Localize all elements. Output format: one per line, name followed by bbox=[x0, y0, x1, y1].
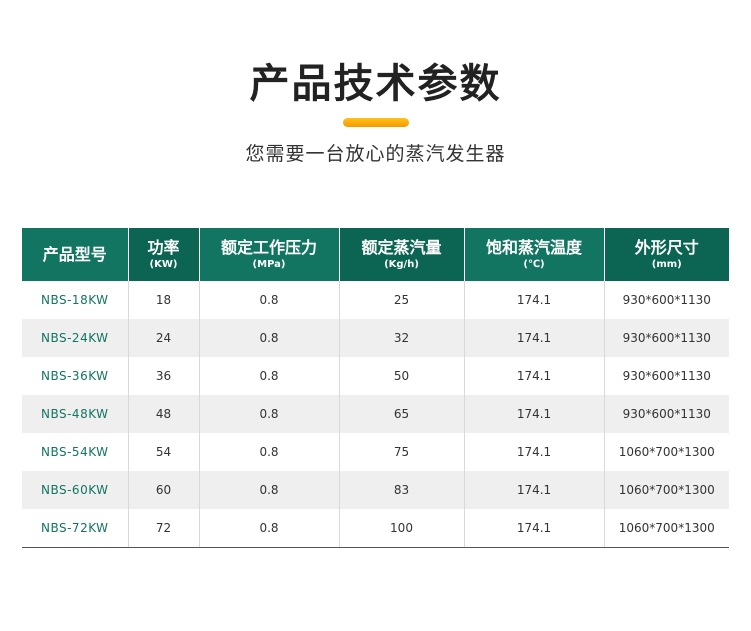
cell-power: 54 bbox=[128, 433, 200, 471]
cell-dimensions: 1060*700*1300 bbox=[604, 433, 729, 471]
cell-pressure: 0.8 bbox=[199, 433, 340, 471]
cell-dimensions: 930*600*1130 bbox=[604, 281, 729, 319]
cell-model: NBS-24KW bbox=[22, 319, 129, 357]
cell-temp: 174.1 bbox=[464, 319, 605, 357]
cell-steam: 32 bbox=[339, 319, 465, 357]
table-row: NBS-24KW 24 0.8 32 174.1 930*600*1130 bbox=[22, 319, 729, 357]
cell-temp: 174.1 bbox=[464, 433, 605, 471]
table-row: NBS-48KW 48 0.8 65 174.1 930*600*1130 bbox=[22, 395, 729, 433]
cell-model: NBS-36KW bbox=[22, 357, 129, 395]
header-label: 产品型号 bbox=[42, 244, 107, 264]
table-row: NBS-54KW 54 0.8 75 174.1 1060*700*1300 bbox=[22, 433, 729, 471]
header-label: 饱和蒸汽温度 bbox=[485, 238, 582, 257]
title-accent-bar bbox=[343, 118, 409, 127]
cell-power: 48 bbox=[128, 395, 200, 433]
cell-dimensions: 1060*700*1300 bbox=[604, 471, 729, 509]
cell-pressure: 0.8 bbox=[199, 281, 340, 319]
header-label: 外形尺寸 bbox=[634, 238, 699, 257]
cell-model: NBS-18KW bbox=[22, 281, 129, 319]
cell-temp: 174.1 bbox=[464, 471, 605, 509]
cell-power: 18 bbox=[128, 281, 200, 319]
cell-temp: 174.1 bbox=[464, 509, 605, 548]
cell-steam: 65 bbox=[339, 395, 465, 433]
header-unit: (KW) bbox=[149, 259, 178, 270]
spec-table: 产品型号 功率 (KW) 额定工作压力 (MPa) 额定蒸汽量 (Kg/h) 饱… bbox=[22, 228, 729, 548]
table-row: NBS-60KW 60 0.8 83 174.1 1060*700*1300 bbox=[22, 471, 729, 509]
table-row: NBS-18KW 18 0.8 25 174.1 930*600*1130 bbox=[22, 281, 729, 319]
table-row: NBS-72KW 72 0.8 100 174.1 1060*700*1300 bbox=[22, 509, 729, 548]
header-dimensions: 外形尺寸 (mm) bbox=[604, 228, 729, 281]
cell-power: 36 bbox=[128, 357, 200, 395]
cell-dimensions: 930*600*1130 bbox=[604, 319, 729, 357]
header-unit: (Kg/h) bbox=[384, 259, 419, 270]
header-unit: (mm) bbox=[651, 259, 682, 270]
cell-pressure: 0.8 bbox=[199, 357, 340, 395]
cell-temp: 174.1 bbox=[464, 357, 605, 395]
cell-pressure: 0.8 bbox=[199, 395, 340, 433]
page-title: 产品技术参数 bbox=[249, 61, 502, 107]
cell-pressure: 0.8 bbox=[199, 319, 340, 357]
cell-steam: 75 bbox=[339, 433, 465, 471]
cell-steam: 50 bbox=[339, 357, 465, 395]
cell-pressure: 0.8 bbox=[199, 509, 340, 548]
page-subtitle: 您需要一台放心的蒸汽发生器 bbox=[245, 143, 506, 165]
table-header-row: 产品型号 功率 (KW) 额定工作压力 (MPa) 额定蒸汽量 (Kg/h) 饱… bbox=[22, 228, 729, 281]
cell-model: NBS-72KW bbox=[22, 509, 129, 548]
header-unit: (℃) bbox=[523, 259, 545, 270]
cell-power: 60 bbox=[128, 471, 200, 509]
header-label: 功率 bbox=[147, 238, 180, 257]
table-row: NBS-36KW 36 0.8 50 174.1 930*600*1130 bbox=[22, 357, 729, 395]
cell-dimensions: 1060*700*1300 bbox=[604, 509, 729, 548]
cell-steam: 83 bbox=[339, 471, 465, 509]
header-rated-steam: 额定蒸汽量 (Kg/h) bbox=[339, 228, 465, 281]
cell-power: 24 bbox=[128, 319, 200, 357]
cell-model: NBS-48KW bbox=[22, 395, 129, 433]
header-saturated-temp: 饱和蒸汽温度 (℃) bbox=[464, 228, 605, 281]
header-label: 额定工作压力 bbox=[220, 238, 317, 257]
header-rated-pressure: 额定工作压力 (MPa) bbox=[199, 228, 340, 281]
header-power: 功率 (KW) bbox=[128, 228, 200, 281]
cell-temp: 174.1 bbox=[464, 395, 605, 433]
cell-model: NBS-60KW bbox=[22, 471, 129, 509]
cell-temp: 174.1 bbox=[464, 281, 605, 319]
cell-dimensions: 930*600*1130 bbox=[604, 395, 729, 433]
cell-dimensions: 930*600*1130 bbox=[604, 357, 729, 395]
cell-steam: 100 bbox=[339, 509, 465, 548]
header-model: 产品型号 bbox=[22, 228, 129, 281]
cell-pressure: 0.8 bbox=[199, 471, 340, 509]
cell-power: 72 bbox=[128, 509, 200, 548]
cell-model: NBS-54KW bbox=[22, 433, 129, 471]
header-label: 额定蒸汽量 bbox=[361, 238, 442, 257]
cell-steam: 25 bbox=[339, 281, 465, 319]
header-unit: (MPa) bbox=[252, 259, 286, 270]
